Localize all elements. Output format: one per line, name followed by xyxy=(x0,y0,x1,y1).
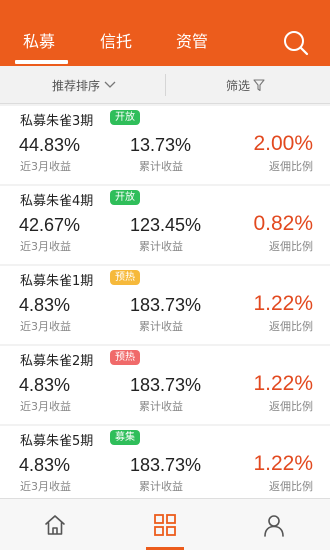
bottom-nav xyxy=(0,498,330,550)
grid-icon[interactable] xyxy=(153,513,177,537)
cumulative-return-value: 183.73% xyxy=(130,295,202,315)
status-badge: 开放 xyxy=(110,110,140,125)
cumulative-return-value: 183.73% xyxy=(130,375,202,395)
app-header: 私募 信托 资管 xyxy=(0,0,330,66)
status-badge: 预热 xyxy=(110,270,140,285)
cumulative-return-label: 累计收益 xyxy=(139,320,183,333)
cumulative-return-label: 累计收益 xyxy=(139,400,183,413)
chevron-down-icon xyxy=(104,81,116,88)
product-list: 私募朱雀3期 开放 44.83% 近3月收益 13.73% 累计收益 2.00%… xyxy=(0,106,330,498)
sort-dropdown[interactable]: 推荐排序 xyxy=(52,76,116,94)
filter-bar: 推荐排序 筛选 xyxy=(0,66,330,104)
cumulative-return-label: 累计收益 xyxy=(139,480,183,493)
rebate-ratio-value: 0.82% xyxy=(253,212,313,235)
search-icon[interactable] xyxy=(281,28,311,58)
cumulative-return-value: 183.73% xyxy=(130,455,202,475)
recent-return-value: 4.83% xyxy=(19,375,71,395)
product-name: 私募朱雀5期 xyxy=(20,434,94,449)
rebate-ratio-label: 返佣比例 xyxy=(269,160,313,173)
filter-divider xyxy=(165,74,166,96)
cumulative-return-label: 累计收益 xyxy=(139,240,183,253)
rebate-ratio-label: 返佣比例 xyxy=(269,480,313,493)
filter-label: 筛选 xyxy=(226,78,251,93)
status-badge: 开放 xyxy=(110,190,140,205)
filter-button[interactable]: 筛选 xyxy=(226,76,265,94)
tab-trust[interactable]: 信托 xyxy=(100,33,132,51)
rebate-ratio-label: 返佣比例 xyxy=(269,320,313,333)
list-item[interactable]: 私募朱雀4期 开放 42.67% 近3月收益 123.45% 累计收益 0.82… xyxy=(0,186,330,264)
recent-return-value: 42.67% xyxy=(19,215,81,235)
tab-private-fund[interactable]: 私募 xyxy=(23,33,55,51)
recent-return-value: 4.83% xyxy=(19,455,71,475)
funnel-icon xyxy=(253,78,265,91)
recent-return-value: 44.83% xyxy=(19,135,81,155)
recent-return-label: 近3月收益 xyxy=(20,400,71,413)
sort-label: 推荐排序 xyxy=(52,78,101,93)
user-icon[interactable] xyxy=(262,513,286,537)
recent-return-value: 4.83% xyxy=(19,295,71,315)
tab-asset-management[interactable]: 资管 xyxy=(176,33,208,51)
rebate-ratio-value: 1.22% xyxy=(253,292,313,315)
home-icon[interactable] xyxy=(43,513,67,537)
cumulative-return-value: 123.45% xyxy=(130,215,202,235)
product-name: 私募朱雀4期 xyxy=(20,194,94,209)
product-name: 私募朱雀1期 xyxy=(20,274,94,289)
cumulative-return-value: 13.73% xyxy=(130,135,192,155)
recent-return-label: 近3月收益 xyxy=(20,320,71,333)
list-item[interactable]: 私募朱雀2期 预热 4.83% 近3月收益 183.73% 累计收益 1.22%… xyxy=(0,346,330,424)
cumulative-return-label: 累计收益 xyxy=(139,160,183,173)
recent-return-label: 近3月收益 xyxy=(20,480,71,493)
status-badge: 预热 xyxy=(110,350,140,365)
recent-return-label: 近3月收益 xyxy=(20,240,71,253)
product-name: 私募朱雀2期 xyxy=(20,354,94,369)
product-name: 私募朱雀3期 xyxy=(20,114,94,129)
rebate-ratio-label: 返佣比例 xyxy=(269,400,313,413)
rebate-ratio-value: 1.22% xyxy=(253,452,313,475)
recent-return-label: 近3月收益 xyxy=(20,160,71,173)
list-item[interactable]: 私募朱雀3期 开放 44.83% 近3月收益 13.73% 累计收益 2.00%… xyxy=(0,106,330,184)
rebate-ratio-value: 2.00% xyxy=(253,132,313,155)
status-badge: 募集 xyxy=(110,430,140,445)
rebate-ratio-value: 1.22% xyxy=(253,372,313,395)
list-item[interactable]: 私募朱雀1期 预热 4.83% 近3月收益 183.73% 累计收益 1.22%… xyxy=(0,266,330,344)
rebate-ratio-label: 返佣比例 xyxy=(269,240,313,253)
active-tab-indicator xyxy=(15,60,68,64)
list-item[interactable]: 私募朱雀5期 募集 4.83% 近3月收益 183.73% 累计收益 1.22%… xyxy=(0,426,330,498)
